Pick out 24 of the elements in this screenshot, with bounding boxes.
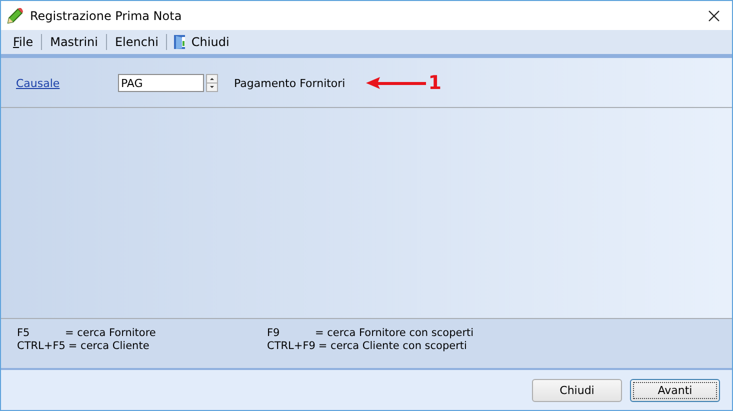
menu-item[interactable]: Chiudi: [187, 35, 234, 49]
door-icon[interactable]: [173, 34, 188, 50]
dialog-button[interactable]: Chiudi: [532, 378, 622, 402]
menu-item[interactable]: File: [9, 35, 38, 49]
shortcut-key: F9: [267, 327, 315, 340]
causale-description: Pagamento Fornitori: [234, 76, 346, 90]
menu-item[interactable]: Elenchi: [110, 35, 162, 49]
shortcut-key: CTRL+F5: [17, 340, 68, 353]
shortcut-key: CTRL+F9: [267, 340, 318, 353]
menu-item[interactable]: Mastrini: [46, 35, 102, 49]
causale-field[interactable]: PAG: [118, 74, 204, 92]
shortcut-description: = cerca Cliente: [68, 340, 150, 353]
pencil-icon: [6, 6, 24, 24]
shortcut-key: F5: [17, 327, 65, 340]
annotation-label: 1: [428, 74, 442, 92]
arrow-icon: [366, 77, 426, 89]
shortcut-description: = cerca Cliente con scoperti: [318, 340, 467, 353]
spin-button[interactable]: [206, 74, 218, 92]
causale-link[interactable]: Causale: [16, 76, 118, 90]
window-title: Registrazione Prima Nota: [30, 8, 183, 22]
dialog-button[interactable]: Avanti: [630, 378, 720, 402]
close-icon[interactable]: [708, 10, 720, 22]
shortcut-description: = cerca Fornitore: [65, 327, 156, 340]
shortcut-description: = cerca Fornitore con scoperti: [315, 327, 474, 340]
